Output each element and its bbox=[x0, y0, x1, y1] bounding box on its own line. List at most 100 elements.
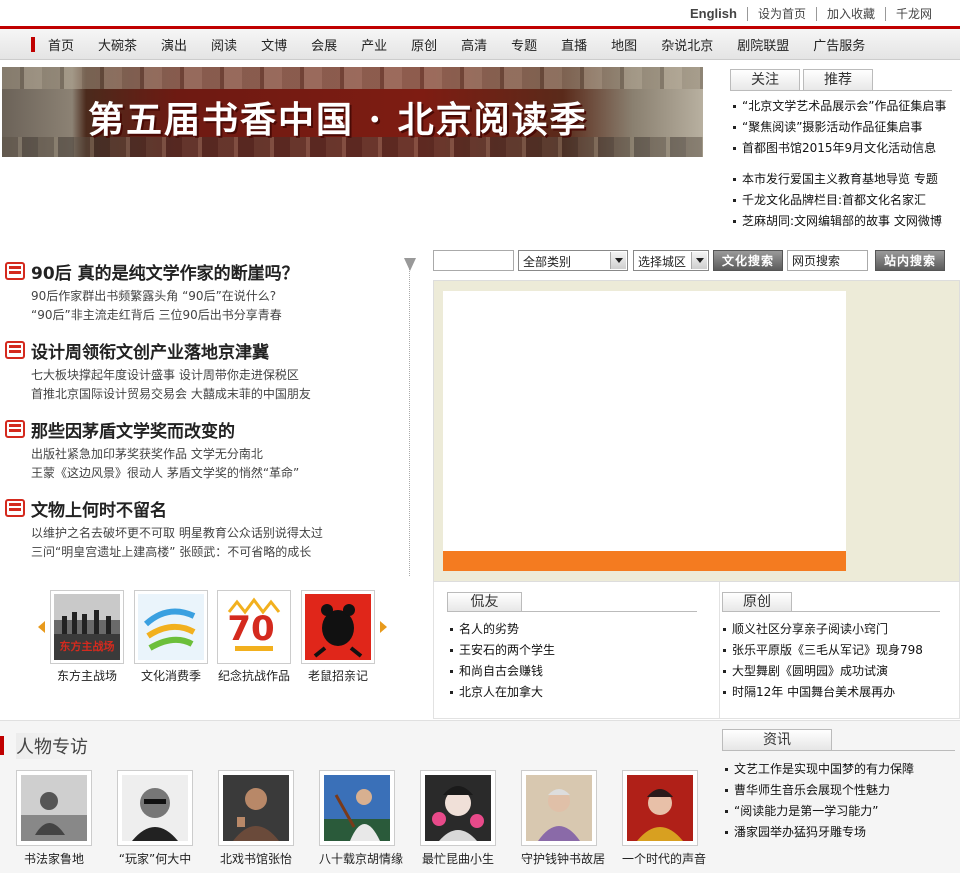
nav-zashuo-beijing[interactable]: 杂说北京 bbox=[649, 35, 725, 54]
people-section-title: 人物专访 bbox=[16, 733, 96, 759]
english-link[interactable]: English bbox=[680, 7, 747, 21]
list-item[interactable]: 千龙文化品牌栏目:首都文化名家汇 bbox=[730, 190, 955, 211]
nav-hd[interactable]: 高清 bbox=[449, 35, 499, 54]
divider bbox=[447, 611, 697, 612]
thumb-label: 老鼠招亲记 bbox=[307, 669, 368, 683]
list-item[interactable]: 北京人在加拿大 bbox=[447, 682, 555, 703]
headline-title[interactable]: 90后 真的是纯文学作家的断崖吗？ bbox=[31, 259, 299, 284]
seal-icon bbox=[5, 341, 25, 359]
headline-sub[interactable]: 以维护之名去破坏更不可取 明星教育公众话别说得太过 bbox=[31, 524, 323, 541]
search-keyword-input[interactable] bbox=[433, 250, 514, 271]
headline-sub[interactable]: 出版社紧急加印茅奖获奖作品 文学无分南北 bbox=[31, 445, 263, 462]
list-item[interactable]: 潘家园举办猛犸牙雕专场 bbox=[722, 822, 914, 843]
list-item[interactable]: 本市发行爱国主义教育基地导览 专题 bbox=[730, 169, 955, 190]
list-item[interactable]: 张乐平原版《三毛从军记》现身798 bbox=[720, 640, 923, 661]
person-item[interactable]: 最忙昆曲小生 bbox=[420, 770, 496, 867]
web-search-input[interactable] bbox=[787, 250, 868, 271]
person-photo bbox=[627, 775, 693, 841]
svg-text:70: 70 bbox=[227, 609, 274, 649]
focus-tabs: 关注 推荐 bbox=[730, 69, 952, 91]
headline-sub[interactable]: 王蒙《这边风景》很动人 茅盾文学奖的悄然“革命” bbox=[31, 464, 299, 481]
list-item[interactable]: 和尚自古会赚钱 bbox=[447, 661, 555, 682]
person-item[interactable]: 八十载京胡情缘 bbox=[319, 770, 403, 867]
banner-title: 第五届书香中国 · 北京阅读季 bbox=[88, 99, 588, 141]
thumb-item[interactable]: 东方主战场 东方主战场 bbox=[50, 590, 124, 684]
list-item[interactable]: 曹华师生音乐会展现个性魅力 bbox=[722, 780, 914, 801]
thumb-item[interactable]: 70 纪念抗战作品 bbox=[217, 590, 291, 684]
seal-icon bbox=[5, 499, 25, 517]
nav-dawancha[interactable]: 大碗茶 bbox=[86, 35, 149, 54]
person-label: 书法家鲁地 bbox=[23, 852, 84, 866]
list-item[interactable]: 名人的劣势 bbox=[447, 619, 555, 640]
list-item[interactable]: “阅读能力是第一学习能力” bbox=[722, 801, 914, 822]
tab-focus[interactable]: 关注 bbox=[730, 69, 800, 90]
add-favorite-link[interactable]: 加入收藏 bbox=[815, 7, 885, 21]
reading-season-banner[interactable]: 第五届书香中国 · 北京阅读季 bbox=[2, 67, 703, 157]
nav-theatre-alliance[interactable]: 剧院联盟 bbox=[725, 35, 801, 54]
list-item[interactable]: 大型舞剧《圆明园》成功试演 bbox=[720, 661, 923, 682]
nav-map[interactable]: 地图 bbox=[599, 35, 649, 54]
nav-performance[interactable]: 演出 bbox=[149, 35, 199, 54]
tab-recommend[interactable]: 推荐 bbox=[803, 69, 873, 90]
thumb-item[interactable]: 老鼠招亲记 bbox=[301, 590, 375, 684]
person-item[interactable]: 书法家鲁地 bbox=[16, 770, 92, 867]
thumb-frame bbox=[301, 590, 375, 664]
list-item[interactable]: 王安石的两个学生 bbox=[447, 640, 555, 661]
nav-industry[interactable]: 产业 bbox=[349, 35, 399, 54]
person-photo bbox=[324, 775, 390, 841]
tab-kanyou[interactable]: 侃友 bbox=[447, 592, 522, 612]
person-photo bbox=[21, 775, 87, 841]
nav-marker bbox=[31, 37, 35, 52]
set-homepage-link[interactable]: 设为首页 bbox=[746, 7, 816, 21]
headline-title[interactable]: 文物上何时不留名 bbox=[31, 496, 167, 521]
site-search-button[interactable]: 站内搜索 bbox=[875, 250, 945, 271]
headline-sub[interactable]: 首推北京国际设计贸易交易会 大囍成末菲的中国朋友 bbox=[31, 385, 311, 402]
list-item[interactable]: 文艺工作是实现中国梦的有力保障 bbox=[722, 759, 914, 780]
person-frame bbox=[521, 770, 597, 846]
person-item[interactable]: “玩家”何大中 bbox=[117, 770, 193, 867]
person-item[interactable]: 守护钱钟书故居 bbox=[521, 770, 605, 867]
nav-reading[interactable]: 阅读 bbox=[199, 35, 249, 54]
nav-museum[interactable]: 文博 bbox=[249, 35, 299, 54]
person-label: 北戏书馆张怡 bbox=[219, 852, 292, 866]
headline-sub[interactable]: 七大板块撑起年度设计盛事 设计周带你走进保税区 bbox=[31, 366, 299, 383]
tab-zixun[interactable]: 资讯 bbox=[722, 729, 832, 750]
tab-yuanchuang[interactable]: 原创 bbox=[722, 592, 792, 612]
person-frame bbox=[622, 770, 698, 846]
person-item[interactable]: 北戏书馆张怡 bbox=[218, 770, 294, 867]
culture-search-button[interactable]: 文化搜索 bbox=[713, 250, 783, 271]
nav-topics[interactable]: 专题 bbox=[499, 35, 549, 54]
nav-ads[interactable]: 广告服务 bbox=[801, 35, 877, 54]
feature-caption-bar bbox=[443, 549, 846, 571]
category-select-value: 全部类别 bbox=[523, 255, 572, 269]
category-select[interactable]: 全部类别 bbox=[518, 250, 628, 271]
thumb-frame: 东方主战场 bbox=[50, 590, 124, 664]
thumb-image: 东方主战场 bbox=[54, 594, 120, 660]
district-select[interactable]: 选择城区 bbox=[633, 250, 709, 271]
headline-sub[interactable]: “90后”非主流走红背后 三位90后出书分享青春 bbox=[31, 306, 282, 323]
nav-live[interactable]: 直播 bbox=[549, 35, 599, 54]
list-item[interactable]: “聚焦阅读”摄影活动作品征集启事 bbox=[730, 117, 955, 138]
thumb-item[interactable]: 文化消费季 bbox=[134, 590, 208, 684]
list-item[interactable]: 时隔12年 中国舞台美术展再办 bbox=[720, 682, 923, 703]
svg-text:东方主战场: 东方主战场 bbox=[60, 639, 115, 653]
headline-sub[interactable]: 三问“明皇宫遗址上建高楼” 张颐武：不可省略的成长 bbox=[31, 543, 311, 560]
headline-sub[interactable]: 90后作家群出书频繁露头角 “90后”在说什么? bbox=[31, 287, 276, 304]
nav-original[interactable]: 原创 bbox=[399, 35, 449, 54]
list-item[interactable]: 顺义社区分享亲子阅读小窍门 bbox=[720, 619, 923, 640]
person-item[interactable]: 一个时代的声音 bbox=[622, 770, 706, 867]
kanyou-box: 侃友 名人的劣势 王安石的两个学生 和尚自古会赚钱 北京人在加拿大 bbox=[433, 582, 720, 719]
arrow-right-icon[interactable] bbox=[380, 621, 387, 633]
nav-home[interactable]: 首页 bbox=[36, 35, 86, 54]
qianlong-link[interactable]: 千龙网 bbox=[884, 7, 942, 21]
nav-exhibition[interactable]: 会展 bbox=[299, 35, 349, 54]
yuanchuang-box: 原创 顺义社区分享亲子阅读小窍门 张乐平原版《三毛从军记》现身798 大型舞剧《… bbox=[719, 582, 960, 719]
headline-title[interactable]: 设计周领衔文创产业落地京津冀 bbox=[31, 338, 269, 363]
feature-media[interactable] bbox=[443, 291, 846, 549]
list-item[interactable]: 芝麻胡同:文网编辑部的故事 文网微博 bbox=[730, 211, 955, 232]
list-item[interactable]: “北京文学艺术品展示会”作品征集启事 bbox=[730, 96, 955, 117]
headline-title[interactable]: 那些因茅盾文学奖而改变的 bbox=[31, 417, 235, 442]
person-label: 最忙昆曲小生 bbox=[421, 852, 494, 866]
scroll-down-icon[interactable] bbox=[404, 258, 416, 271]
list-item[interactable]: 首都图书馆2015年9月文化活动信息 bbox=[730, 138, 955, 159]
